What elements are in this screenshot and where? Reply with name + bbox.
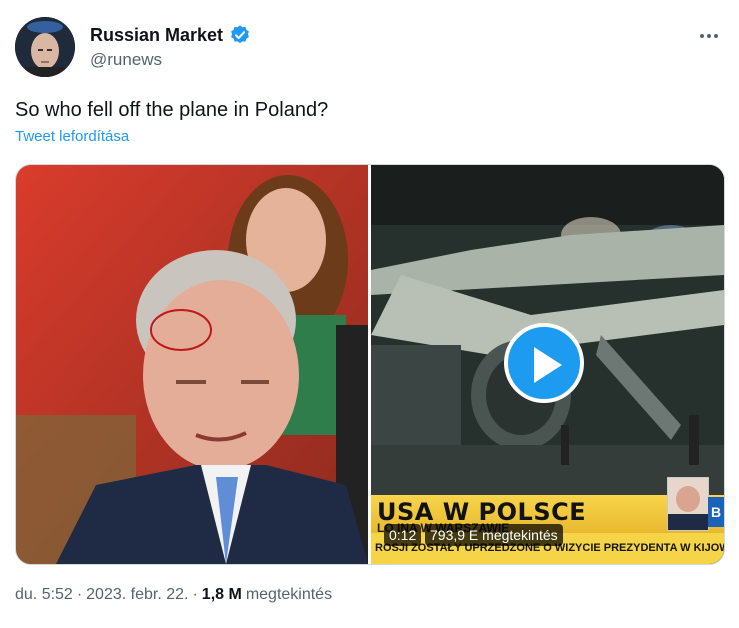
photo-thumbnail[interactable]: [16, 165, 368, 564]
user-handle[interactable]: @runews: [90, 50, 162, 70]
tweet-text: So who fell off the plane in Poland?: [15, 99, 329, 121]
translate-tweet-link[interactable]: Tweet lefordítása: [15, 128, 129, 145]
display-name[interactable]: Russian Market: [90, 25, 223, 46]
tweet-time[interactable]: du. 5:52: [15, 586, 73, 604]
avatar-image: [15, 17, 75, 77]
separator: ·: [76, 586, 83, 603]
play-button[interactable]: [504, 323, 584, 403]
separator: ·: [192, 586, 198, 603]
photo-image: [16, 165, 368, 564]
video-duration: 0:12: [384, 524, 422, 546]
media-grid: USA W POLSCE LO INA W WARSZAWIE ROSJI ZO…: [15, 164, 725, 565]
views-count: 1,8 M: [201, 586, 242, 603]
channel-logo-text: B: [710, 504, 722, 520]
channel-logo: B: [708, 497, 724, 527]
video-views: 793,9 E megtekintés: [425, 524, 563, 546]
views-label: megtekintés: [245, 586, 333, 603]
verified-badge-icon: [231, 25, 249, 44]
tweet-metadata: du. 5:52 · 2023. febr. 22. · 1,8 M megte…: [15, 586, 332, 604]
tweet-date[interactable]: 2023. febr. 22.: [86, 586, 188, 604]
more-options-icon[interactable]: [697, 24, 721, 48]
avatar[interactable]: [15, 17, 75, 77]
play-icon: [534, 347, 562, 383]
news-anchor-thumbnail: [667, 477, 709, 531]
video-player[interactable]: USA W POLSCE LO INA W WARSZAWIE ROSJI ZO…: [371, 165, 724, 564]
